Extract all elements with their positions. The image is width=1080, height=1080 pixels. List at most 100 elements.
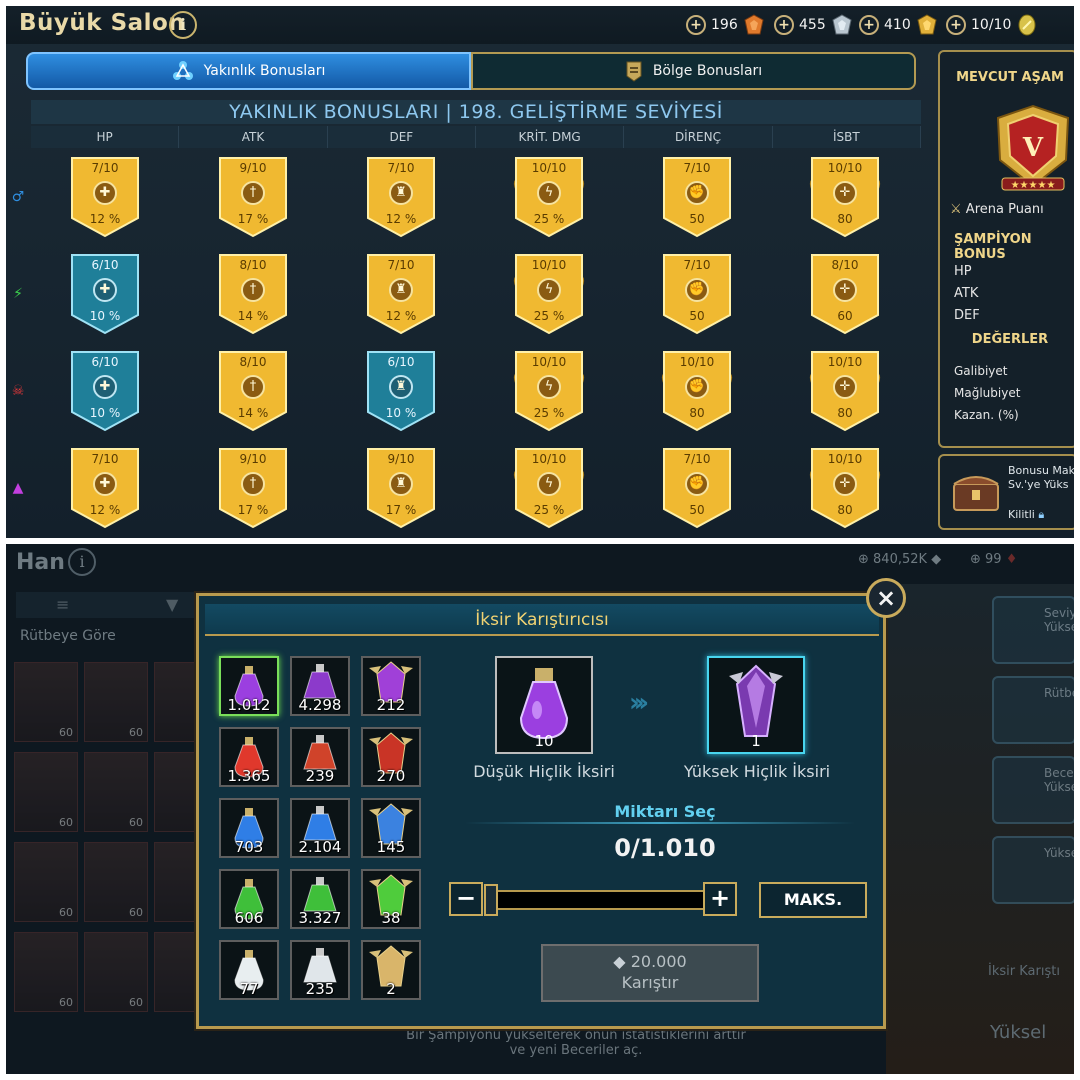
atk-stat-icon: †	[241, 181, 265, 205]
bonus-badge-hp[interactable]: 7/10 ✚ 12 %	[68, 156, 142, 238]
potion-slot[interactable]: 2.104	[290, 798, 350, 858]
bonus-badge-atk[interactable]: 8/10 † 14 %	[216, 350, 290, 432]
output-potion-name: Yüksek Hiçlik İksiri	[683, 762, 831, 781]
add-bronze-button[interactable]: +	[686, 15, 706, 35]
def-stat-icon: ♜	[389, 278, 413, 302]
input-potion-slot: 10	[495, 656, 593, 754]
potion-mixer-shortcut[interactable]: İksir Karıştı	[988, 964, 1060, 979]
bonus-badge-resistance[interactable]: 10/10 ✊ 80	[660, 350, 734, 432]
potion-slot[interactable]: 77	[219, 940, 279, 1000]
champion-card[interactable]: 60	[84, 932, 148, 1012]
add-arena-token-button[interactable]: +	[946, 15, 966, 35]
champion-card[interactable]: 60	[84, 662, 148, 742]
skill-up-button[interactable]: Becer Yükse	[992, 756, 1074, 824]
potion-slot[interactable]: 212	[361, 656, 421, 716]
column-header-crit-dmg: KRİT. DMG	[476, 126, 625, 148]
bonus-badge-resistance[interactable]: 7/10 ✊ 50	[660, 156, 734, 238]
bonus-badge-hp[interactable]: 6/10 ✚ 10 %	[68, 253, 142, 335]
svg-text:★★★★★: ★★★★★	[1011, 180, 1056, 191]
potion-slot[interactable]: 145	[361, 798, 421, 858]
bonus-badge-crit-dmg[interactable]: 10/10 ϟ 25 %	[512, 447, 586, 529]
arena-points-row: ⚔ Arena Puanı	[950, 202, 1044, 217]
potion-slot[interactable]: 1.365	[219, 727, 279, 787]
bonus-badge-def[interactable]: 9/10 ♜ 17 %	[364, 447, 438, 529]
crossed-swords-icon: ⚔	[950, 202, 962, 217]
bonus-value: 10 %	[89, 406, 121, 420]
bonus-badge-crit-dmg[interactable]: 10/10 ϟ 25 %	[512, 156, 586, 238]
gold-medal-count: 410	[884, 17, 911, 33]
potion-slot[interactable]: 1.012	[219, 656, 279, 716]
bonus-badge-resistance[interactable]: 7/10 ✊ 50	[660, 253, 734, 335]
quantity-slider[interactable]	[485, 890, 705, 910]
potion-slot[interactable]: 235	[290, 940, 350, 1000]
bonus-badge-accuracy[interactable]: 10/10 ✛ 80	[808, 156, 882, 238]
bonus-badge-resistance[interactable]: 7/10 ✊ 50	[660, 447, 734, 529]
potion-slot[interactable]: 270	[361, 727, 421, 787]
info-button[interactable]: i	[169, 11, 197, 39]
champion-card[interactable]: 60	[14, 842, 78, 922]
increase-button[interactable]: +	[703, 882, 737, 916]
bonus-progress: 10/10	[827, 161, 863, 175]
bonus-badge-def[interactable]: 6/10 ♜ 10 %	[364, 350, 438, 432]
bonus-badge-atk[interactable]: 9/10 † 17 %	[216, 156, 290, 238]
tab-affinity-bonuses[interactable]: Yakınlık Bonusları	[26, 52, 471, 90]
potion-slot[interactable]: 3.327	[290, 869, 350, 929]
bonus-progress: 8/10	[831, 258, 859, 272]
potion-slot[interactable]: 239	[290, 727, 350, 787]
bonus-badge-atk[interactable]: 8/10 † 14 %	[216, 253, 290, 335]
force-affinity-icon: ⚡	[13, 286, 23, 302]
sort-icon[interactable]: ≡	[56, 595, 69, 614]
potion-count: 1.365	[227, 767, 271, 785]
bonus-badge-crit-dmg[interactable]: 10/10 ϟ 25 %	[512, 253, 586, 335]
bonus-badge-accuracy[interactable]: 8/10 ✛ 60	[808, 253, 882, 335]
bonus-badge-hp[interactable]: 6/10 ✚ 10 %	[68, 350, 142, 432]
bonus-badge-accuracy[interactable]: 10/10 ✛ 80	[808, 350, 882, 432]
bonus-value: 12 %	[89, 212, 121, 226]
tab-region-bonuses[interactable]: Bölge Bonusları	[471, 52, 916, 90]
info-button[interactable]: i	[68, 548, 96, 576]
locked-bonus-panel[interactable]: Bonusu Mak Sv.'ye Yüks Kilitli 🔒︎	[938, 454, 1074, 530]
mix-button[interactable]: ◆ 20.000 Karıştır	[541, 944, 759, 1002]
sort-dropdown[interactable]: Rütbeye Göre	[20, 628, 116, 644]
footer-line2: ve yeni Beceriler aç.	[509, 1043, 643, 1058]
decrease-button[interactable]: −	[449, 882, 483, 916]
bonus-badge-atk[interactable]: 9/10 † 17 %	[216, 447, 290, 529]
bonus-badge-def[interactable]: 7/10 ♜ 12 %	[364, 156, 438, 238]
bonus-badge-def[interactable]: 7/10 ♜ 12 %	[364, 253, 438, 335]
rank-up-button[interactable]: Rütbe	[992, 676, 1074, 744]
bonus-value: 80	[837, 406, 853, 420]
resource-arena-tokens: + 10/10	[946, 13, 1038, 37]
add-gold-button[interactable]: +	[859, 15, 879, 35]
potion-slot[interactable]: 38	[361, 869, 421, 929]
champion-card[interactable]: 60	[84, 752, 148, 832]
potion-slot[interactable]: 606	[219, 869, 279, 929]
filter-icon[interactable]: ▼	[166, 595, 178, 614]
champion-card[interactable]: 60	[14, 752, 78, 832]
bonus-value: 17 %	[237, 212, 269, 226]
bonus-badge-accuracy[interactable]: 10/10 ✛ 80	[808, 447, 882, 529]
divider	[465, 822, 855, 824]
champion-card[interactable]: 60	[14, 932, 78, 1012]
footer-hint: Bir Şampiyonu yükselterek onun istatisti…	[366, 1028, 786, 1058]
champion-card[interactable]: 60	[14, 662, 78, 742]
upgrade-button[interactable]: Yüksel	[990, 1022, 1046, 1043]
potion-slot[interactable]: 703	[219, 798, 279, 858]
slider-handle[interactable]	[484, 884, 498, 916]
potion-slot[interactable]: 2	[361, 940, 421, 1000]
bronze-medal-icon	[744, 14, 764, 35]
champion-card[interactable]: 60	[84, 842, 148, 922]
max-button[interactable]: MAKS.	[759, 882, 867, 918]
bonus-badge-hp[interactable]: 7/10 ✚ 12 %	[68, 447, 142, 529]
atk-stat-icon: †	[241, 375, 265, 399]
close-dialog-button[interactable]: ×	[866, 578, 906, 618]
bonus-value: 17 %	[385, 503, 417, 517]
atk-stat-icon: †	[241, 472, 265, 496]
level-up-button[interactable]: Seviy Yükse	[992, 596, 1074, 664]
affinity-triangle-icon	[172, 61, 193, 80]
ascend-button[interactable]: Yükse	[992, 836, 1074, 904]
add-silver-button[interactable]: +	[774, 15, 794, 35]
potion-count: 77	[239, 980, 259, 998]
bonus-value: 50	[689, 212, 705, 226]
potion-slot[interactable]: 4.298	[290, 656, 350, 716]
bonus-badge-crit-dmg[interactable]: 10/10 ϟ 25 %	[512, 350, 586, 432]
